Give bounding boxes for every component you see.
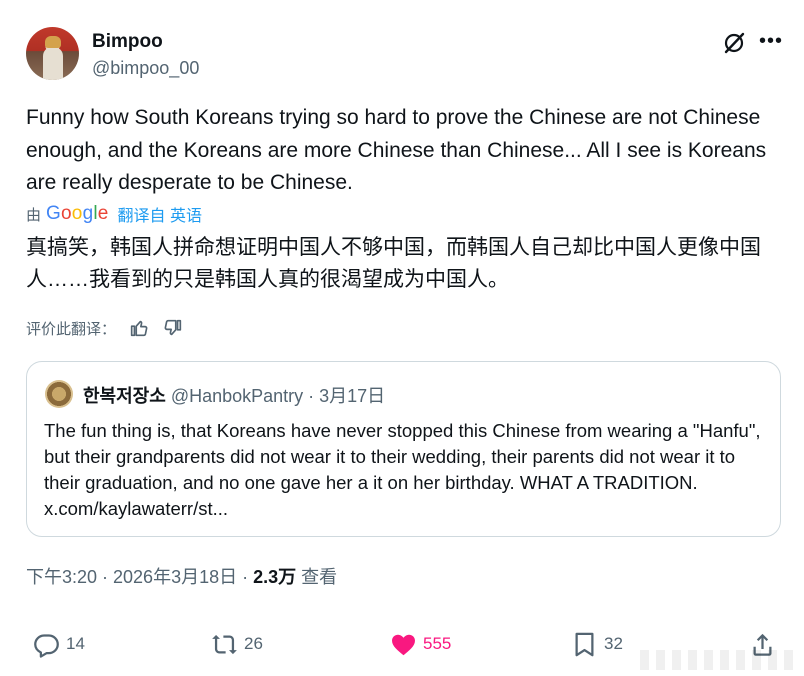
reply-icon	[34, 633, 59, 658]
bookmark-icon	[575, 632, 594, 656]
translate-row: 由 Google 翻译自 英语	[26, 201, 202, 227]
tweet-text: Funny how South Koreans trying so hard t…	[26, 106, 767, 194]
avatar-figure	[43, 47, 63, 80]
avatar[interactable]	[26, 27, 79, 80]
thumb-down-icon[interactable]	[162, 317, 184, 339]
author-handle[interactable]: @bimpoo_00	[92, 58, 199, 79]
tweet-meta: 下午3:20 · 2026年3月18日 · 2.3万 查看	[26, 563, 337, 589]
bookmark-button[interactable]: 32	[571, 628, 623, 660]
like-count: 555	[423, 634, 452, 653]
tweet: Bimpoo @bimpoo_00 ••• Funny how South Ko…	[0, 0, 804, 676]
reply-count: 14	[66, 634, 85, 653]
google-logo: Google	[46, 203, 109, 224]
quoted-author-name[interactable]: 한복저장소	[83, 386, 166, 406]
quoted-text: The fun thing is, that Koreans have neve…	[44, 420, 761, 519]
thumb-up-icon[interactable]	[128, 317, 150, 339]
author-display-name[interactable]: Bimpoo	[92, 31, 163, 53]
translated-text: 真搞笑，韩国人拼命想证明中国人不够中国，而韩国人自己却比中国人更像中国人……我看…	[26, 236, 761, 291]
translated-from-link[interactable]: 翻译自 英语	[118, 202, 202, 226]
translated-by-label: 由	[26, 206, 42, 224]
quoted-avatar[interactable]	[45, 380, 73, 408]
bookmark-count: 32	[604, 634, 623, 653]
quoted-header: 한복저장소 @HanbokPantry · 3月17日	[83, 382, 385, 408]
repost-count: 26	[244, 634, 263, 653]
more-icon[interactable]: •••	[758, 28, 784, 54]
rate-translation-label: 评价此翻译：	[26, 320, 117, 338]
views-label: 查看	[296, 567, 338, 587]
quoted-tweet[interactable]: 한복저장소 @HanbokPantry · 3月17日 The fun thin…	[26, 361, 781, 537]
like-button[interactable]: 555	[390, 628, 451, 660]
avatar-hat	[45, 36, 61, 48]
tweet-timestamp[interactable]: 下午3:20 · 2026年3月18日 ·	[26, 567, 253, 587]
watermark	[640, 650, 800, 670]
heart-icon	[392, 634, 415, 655]
repost-button[interactable]: 26	[211, 628, 263, 660]
quoted-handle-date: @HanbokPantry · 3月17日	[165, 386, 386, 406]
reply-button[interactable]: 14	[33, 628, 85, 660]
rate-translation-row: 评价此翻译：	[26, 316, 184, 340]
repost-icon	[212, 634, 237, 654]
views-count: 2.3万	[253, 567, 297, 587]
grok-icon[interactable]	[722, 31, 746, 55]
